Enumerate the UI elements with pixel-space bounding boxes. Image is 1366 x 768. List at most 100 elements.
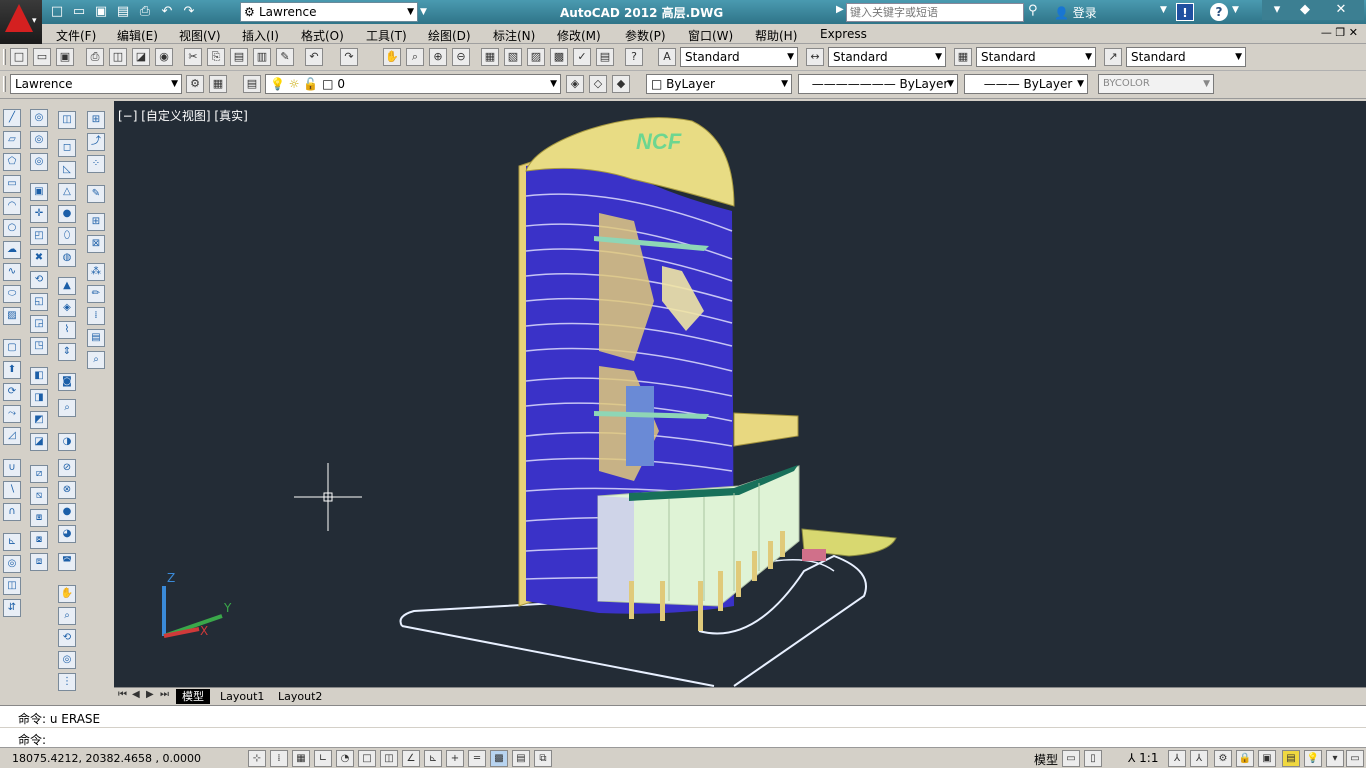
design-center-icon[interactable]: ▧ [504,48,522,66]
make-object-layer-current-icon[interactable]: ◈ [566,75,584,93]
menu-dimension[interactable]: 标注(N) [493,27,535,44]
qat-overflow-icon[interactable]: ▼ [420,2,432,22]
model-space-label[interactable]: 模型 [1034,751,1058,768]
break-icon[interactable]: ◧ [30,367,48,385]
command-input[interactable]: 命令: [18,731,46,748]
pan-hand-icon[interactable]: ✋ [58,585,76,603]
tool-palettes-icon[interactable]: ▨ [527,48,545,66]
presspull-icon[interactable]: ⇕ [58,343,76,361]
interfere-icon[interactable]: ⧆ [30,509,48,527]
camera-icon[interactable]: ◫ [3,577,21,595]
paste-special-icon[interactable]: ▥ [253,48,271,66]
paste-icon[interactable]: ▤ [230,48,248,66]
match-properties-icon[interactable]: ✎ [276,48,294,66]
redo-icon[interactable]: ↷ [340,48,358,66]
menu-window[interactable]: 窗口(W) [688,27,733,44]
extend-icon[interactable]: ◳ [30,337,48,355]
torus-icon[interactable]: ◍ [58,249,76,267]
status-tray-icon[interactable]: 💡 [1304,750,1322,767]
toolbar-grip[interactable] [3,76,6,92]
drawing-viewport[interactable]: [−] [自定义视图] [真实] NCF Z Y X [114,101,1366,687]
slice-icon[interactable]: ⧄ [30,465,48,483]
annotation-visibility-icon[interactable]: ⅄ [1168,750,1186,767]
ducs-icon[interactable]: ⊾ [424,750,442,767]
zoom-window-icon[interactable]: ⊕ [429,48,447,66]
text-style-dropdown[interactable]: Standard ▼ [680,47,798,67]
menu-help[interactable]: 帮助(H) [755,27,797,44]
3d-dwf-icon[interactable]: ◉ [155,48,173,66]
quick-view-drawings-icon[interactable]: ▯ [1084,750,1102,767]
transparency-icon[interactable]: ▩ [490,750,508,767]
tab-layout1[interactable]: Layout1 [214,689,270,704]
cone-icon[interactable]: △ [58,183,76,201]
multileader-style-icon[interactable]: ↗ [1104,48,1122,66]
sweep-icon[interactable]: ⤳ [3,405,21,423]
isolate-objects-icon[interactable]: ▤ [1282,750,1300,767]
chevron-down-icon[interactable]: ▼ [1160,5,1167,15]
clean-screen-icon[interactable]: ▭ [1346,750,1364,767]
save-as-icon[interactable]: ▤ [114,3,132,21]
minimize-button[interactable]: ▾ [1262,0,1292,20]
cut-icon[interactable]: ✂ [184,48,202,66]
intersect-icon[interactable]: ∩ [3,503,21,521]
box-solid-icon[interactable]: ◻ [58,139,76,157]
stretch-icon[interactable]: ◱ [30,293,48,311]
chevron-down-icon[interactable]: ▼ [1232,5,1239,15]
snap-icon[interactable]: ⁂ [87,263,105,281]
wedge-icon[interactable]: ◺ [58,161,76,179]
polyline-icon[interactable]: ▱ [3,131,21,149]
restore-button[interactable]: ◆ [1290,0,1320,20]
object-snap-icon[interactable]: □ [358,750,376,767]
ellipse-icon[interactable]: ⬭ [3,285,21,303]
erase-icon[interactable]: ◎ [30,109,48,127]
grid-points-icon[interactable]: ⁘ [87,155,105,173]
menu-edit[interactable]: 编辑(E) [117,27,158,44]
redo-icon[interactable]: ↷ [180,3,198,21]
scale-icon[interactable]: ⟲ [30,271,48,289]
auto-scale-icon[interactable]: ⅄ [1190,750,1208,767]
shell-icon[interactable]: ⧈ [30,553,48,571]
open-icon[interactable]: ▭ [33,48,51,66]
hardware-acceleration-icon[interactable]: ▣ [1258,750,1276,767]
orbit-3d-icon[interactable]: ⟲ [58,629,76,647]
qnew-icon[interactable]: □ [10,48,28,66]
linetype-dropdown[interactable]: ——————— ByLayer ▼ [798,74,958,94]
offset-icon[interactable]: ▣ [30,183,48,201]
dynamic-input-icon[interactable]: + [446,750,464,767]
layer-states-icon[interactable]: ◆ [612,75,630,93]
join-icon[interactable]: ◨ [30,389,48,407]
polysolid-icon[interactable]: ◫ [58,111,76,129]
move-icon[interactable]: ◰ [30,227,48,245]
rectangle-icon[interactable]: ▭ [3,175,21,193]
dim-style-dropdown[interactable]: Standard ▼ [828,47,946,67]
quick-properties-icon[interactable]: ▤ [512,750,530,767]
workspace-dropdown[interactable]: ⚙ Lawrence ▼ [240,2,418,22]
menu-express[interactable]: Express [820,27,867,41]
plot-icon[interactable]: ⎙ [86,48,104,66]
imprint-icon[interactable]: ⧇ [30,531,48,549]
quick-view-layouts-icon[interactable]: ▭ [1062,750,1080,767]
print-icon[interactable]: ⎙ [136,3,154,21]
arc-icon[interactable]: ◠ [3,197,21,215]
prev-tab-icon[interactable]: ◀ [132,689,140,700]
mdi-controls[interactable]: — ❐ ✕ [1321,26,1358,39]
menu-view[interactable]: 视图(V) [179,27,221,44]
zoom-object-icon[interactable]: ⌕ [87,351,105,369]
otrack-icon[interactable]: ∠ [402,750,420,767]
delete-attr-icon[interactable]: ⊠ [87,235,105,253]
layer-properties-icon[interactable]: ▤ [243,75,261,93]
login-button[interactable]: 👤 登录 [1054,4,1097,21]
last-tab-icon[interactable]: ⏭ [160,689,169,700]
save-icon[interactable]: ▣ [92,3,110,21]
application-menu-button[interactable]: ▾ [0,0,42,44]
dotted-grid-icon[interactable]: ⁞ [87,307,105,325]
workspace-combo[interactable]: Lawrence ▼ [10,74,182,94]
menu-draw[interactable]: 绘图(D) [428,27,471,44]
subtract-icon[interactable]: ∖ [3,481,21,499]
open-file-icon[interactable]: ▭ [70,3,88,21]
workspace-settings-icon[interactable]: ⚙ [186,75,204,93]
customize-icon[interactable]: ▦ [209,75,227,93]
zoom-extents-icon[interactable]: ⌕ [58,399,76,417]
chamfer-icon[interactable]: ◩ [30,411,48,429]
copy-icon[interactable]: ⎘ [207,48,225,66]
